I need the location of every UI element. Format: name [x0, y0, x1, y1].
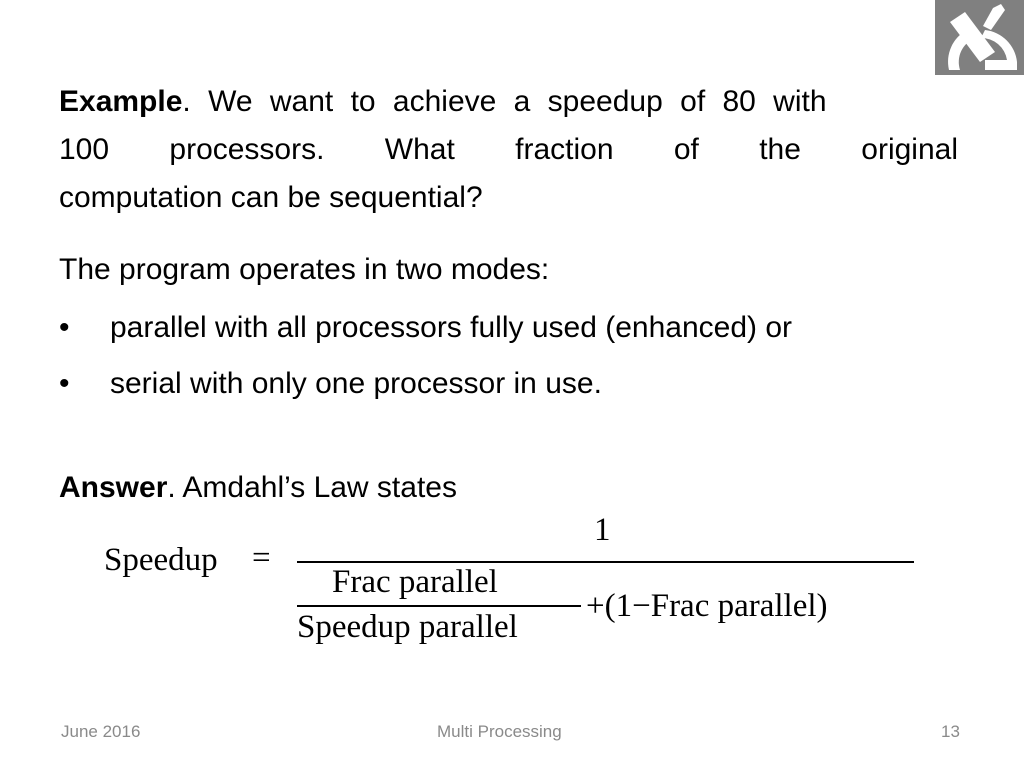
formula-inner-denominator: Speedup parallel	[297, 609, 518, 645]
word: of	[673, 133, 699, 166]
formula-tail: +(1−Frac parallel)	[586, 588, 828, 624]
example-paragraph: Example. We want to achieve a speedup of…	[59, 78, 958, 222]
word: fraction	[515, 133, 614, 166]
answer-line: Answer. Amdahl’s Law states	[59, 464, 958, 512]
formula-numerator: 1	[594, 512, 611, 548]
formula-inner-numerator: Frac parallel	[332, 564, 498, 600]
bullet-icon: •	[59, 311, 70, 344]
formula-lhs: Speedup	[104, 542, 218, 578]
bullet-text: parallel with all processors fully used …	[110, 311, 793, 344]
word: the	[759, 133, 801, 166]
example-text-1: . We want to achieve a speedup of 80 wit…	[182, 85, 827, 118]
modes-intro: The program operates in two modes:	[59, 253, 550, 286]
bullet-text: serial with only one processor in use.	[110, 367, 602, 400]
bullet-item: • parallel with all processors fully used…	[59, 308, 792, 348]
answer-text: . Amdahl’s Law states	[167, 471, 457, 504]
footer-page-number: 13	[941, 722, 960, 741]
example-line-3: computation can be sequential?	[59, 181, 483, 214]
institution-logo	[935, 0, 1024, 75]
word: 100	[59, 133, 110, 166]
example-label: Example	[59, 85, 183, 118]
formula-equals: =	[252, 540, 271, 576]
example-line-2: 100 processors. What fraction of the ori…	[59, 126, 958, 174]
footer-title: Multi Processing	[437, 722, 562, 741]
institution-logo-icon	[948, 4, 1017, 70]
footer-date: June 2016	[61, 722, 141, 741]
word: What	[384, 133, 455, 166]
answer-label: Answer	[59, 471, 168, 504]
main-fraction-bar	[297, 561, 914, 563]
bullet-item: • serial with only one processor in use.	[59, 364, 602, 404]
inner-fraction-bar	[297, 605, 581, 607]
example-line-1: Example. We want to achieve a speedup of…	[59, 78, 958, 126]
word: original	[861, 133, 958, 166]
word: processors.	[169, 133, 325, 166]
bullet-icon: •	[59, 367, 70, 400]
